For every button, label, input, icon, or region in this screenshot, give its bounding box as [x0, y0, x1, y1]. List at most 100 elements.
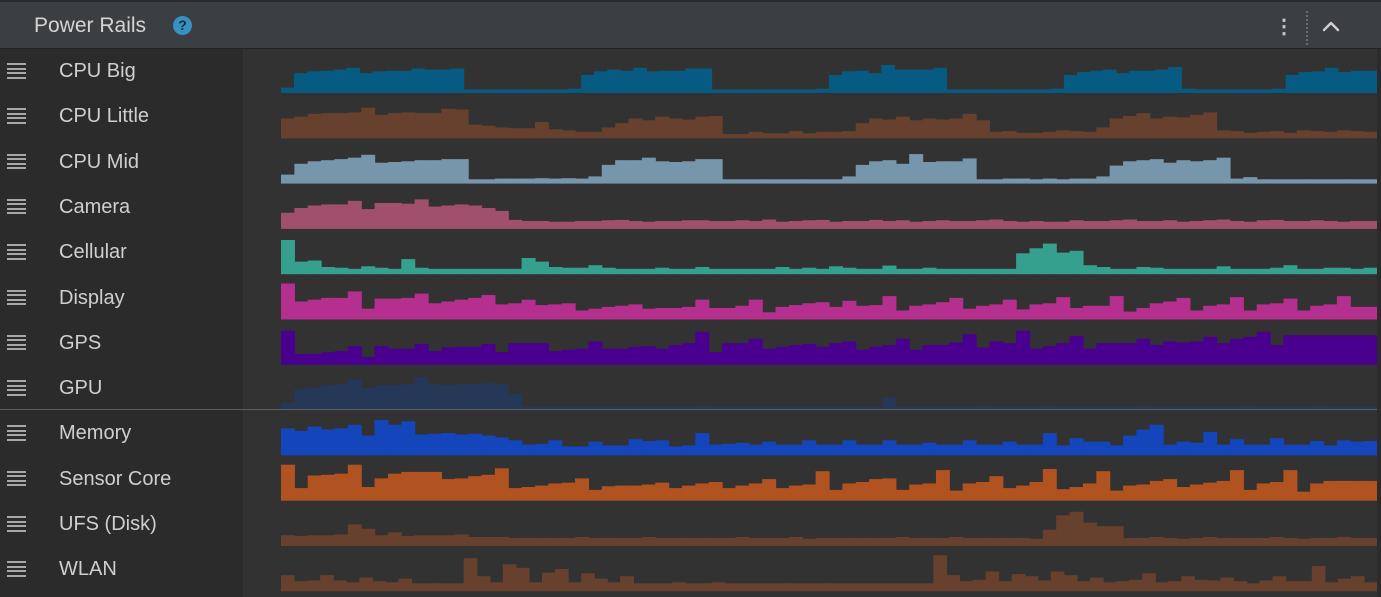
drag-handle-icon[interactable] — [7, 63, 26, 79]
rail-bar — [294, 430, 309, 456]
rail-bar — [1350, 70, 1365, 93]
rail-bar — [1082, 305, 1097, 320]
rail-bar — [1189, 220, 1204, 229]
rail-bar — [882, 220, 897, 229]
rail-bar — [401, 471, 416, 501]
more-options-icon[interactable]: ⋮ — [1274, 15, 1294, 39]
rail-bar — [454, 204, 469, 229]
rail-bar — [1363, 70, 1378, 93]
collapse-chevron-up-icon[interactable] — [1318, 14, 1344, 40]
rail-bar — [534, 538, 549, 546]
rail-bar — [1109, 220, 1124, 229]
drag-handle-icon[interactable] — [7, 334, 26, 351]
rail-bar — [521, 538, 536, 546]
rail-bar — [949, 118, 964, 139]
rail-bar — [401, 535, 416, 546]
rail-bar — [1296, 538, 1311, 546]
rail-bar — [615, 445, 630, 456]
rail-bar — [962, 268, 977, 275]
rail-bar — [949, 490, 964, 501]
rail-bar — [1220, 89, 1235, 93]
rail-bar — [281, 330, 295, 365]
rail-row[interactable]: Memory — [0, 411, 243, 456]
rail-bar — [735, 343, 750, 365]
rail-bar — [1243, 444, 1258, 456]
rail-bar — [1029, 444, 1044, 456]
rail-row[interactable]: GPU — [0, 366, 243, 411]
drag-handle-icon[interactable] — [7, 153, 26, 170]
rail-bar — [1216, 157, 1231, 184]
rail-bar — [748, 220, 763, 229]
rail-bar — [1256, 444, 1271, 456]
help-icon[interactable]: ? — [173, 16, 192, 35]
rail-bar — [1296, 491, 1311, 501]
drag-handle-icon[interactable] — [7, 470, 26, 487]
rail-bar — [307, 426, 322, 456]
rail-bar — [414, 434, 429, 456]
rail-bar — [989, 131, 1004, 139]
rail-bar — [1259, 89, 1274, 93]
rail-row[interactable]: CPU Mid — [0, 140, 243, 185]
rail-row[interactable]: CPU Little — [0, 94, 243, 139]
rail-bar — [575, 310, 590, 320]
rail-bar — [494, 384, 509, 411]
rail-bar — [494, 537, 509, 546]
rail-bar — [1002, 268, 1017, 275]
rail-bar — [829, 489, 843, 501]
drag-handle-icon[interactable] — [7, 108, 26, 124]
rail-bar — [601, 164, 616, 184]
rail-bar — [1256, 179, 1271, 184]
drag-handle-icon[interactable] — [7, 561, 26, 577]
rail-bar — [695, 331, 710, 365]
rail-bar — [641, 537, 656, 546]
rail-row[interactable]: UFS (Disk) — [0, 502, 243, 547]
rail-bar — [1037, 89, 1052, 93]
rail-bar — [1181, 88, 1195, 93]
rail-bar — [441, 108, 456, 139]
rail-bar — [976, 444, 990, 456]
rail-bar — [1229, 220, 1244, 229]
rail-bar — [575, 537, 590, 546]
rail-bar — [894, 69, 908, 93]
rail-bar — [788, 345, 803, 365]
rail-row[interactable]: Camera — [0, 185, 243, 230]
rail-bar — [695, 299, 710, 320]
rail-bar — [620, 576, 634, 592]
rail-label: UFS (Disk) — [59, 513, 157, 535]
rail-row[interactable]: Display — [0, 276, 243, 321]
rail-bar — [1176, 268, 1191, 275]
drag-handle-icon[interactable] — [7, 425, 26, 441]
rail-bar — [428, 351, 442, 365]
rail-row[interactable]: GPS — [0, 321, 243, 366]
track-divider[interactable] — [0, 409, 1381, 410]
rail-bar — [962, 308, 977, 320]
rail-bar — [788, 179, 803, 184]
rail-bar — [1243, 221, 1258, 229]
rail-bar — [1029, 481, 1044, 501]
rail-bar — [949, 268, 964, 275]
rail-row[interactable]: Cellular — [0, 230, 243, 275]
rail-bar — [681, 119, 696, 139]
drag-handle-icon[interactable] — [7, 244, 26, 260]
drag-handle-icon[interactable] — [7, 516, 26, 532]
rail-bar — [1109, 490, 1124, 501]
rail-bar — [655, 161, 670, 184]
rail-bar — [655, 220, 670, 229]
rail-bar — [361, 487, 376, 501]
rail-row[interactable]: CPU Big — [0, 49, 243, 94]
drag-handle-icon[interactable] — [7, 380, 26, 396]
rail-bar — [414, 160, 429, 184]
rail-bar — [1256, 131, 1271, 139]
rail-label: CPU Mid — [59, 150, 140, 173]
drag-handle-icon[interactable] — [7, 289, 26, 306]
drag-handle-icon[interactable] — [7, 198, 26, 215]
rail-bar — [561, 303, 576, 320]
rail-row[interactable]: Sensor Core — [0, 457, 243, 502]
rail-bar — [1336, 335, 1351, 365]
rail-bar — [1311, 566, 1326, 592]
rail-bar — [735, 485, 750, 501]
rail-bar — [655, 348, 670, 365]
rail-bar — [1350, 131, 1365, 139]
rail-row[interactable]: WLAN — [0, 547, 243, 592]
rail-bar — [615, 348, 630, 365]
